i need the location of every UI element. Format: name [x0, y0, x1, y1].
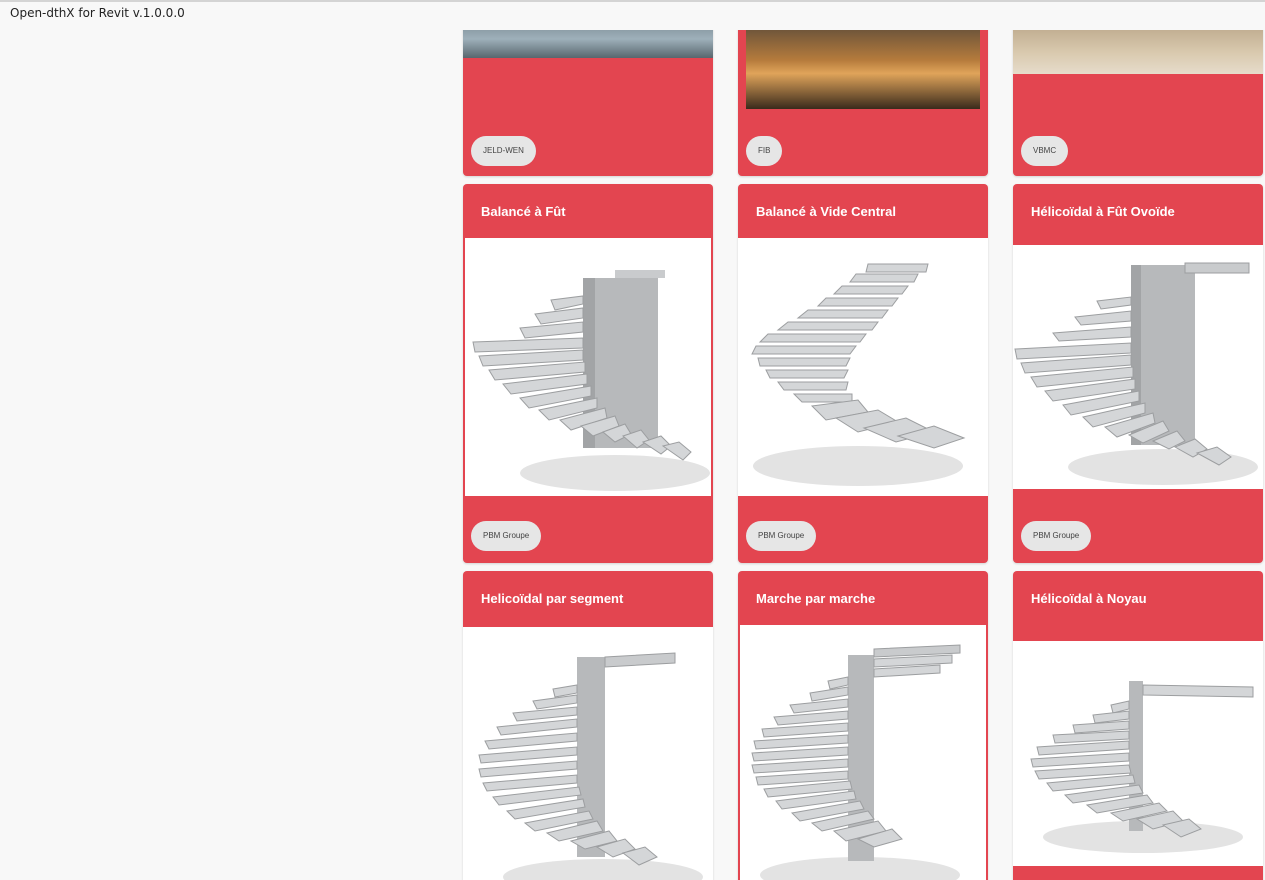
- product-card[interactable]: Helicoïdal par segment: [463, 571, 713, 880]
- manufacturer-chip[interactable]: PBM Groupe: [1021, 521, 1092, 551]
- product-image: [746, 30, 980, 109]
- product-title: Marche par marche: [756, 591, 876, 606]
- product-image: [1013, 245, 1263, 489]
- stair-illustration: [751, 263, 966, 486]
- stair-illustration: [472, 270, 710, 491]
- product-card[interactable]: Marche par marche: [738, 571, 988, 880]
- product-card[interactable]: Balancé à Fût PBM Groupe: [463, 184, 713, 563]
- product-title: Hélicoïdal à Fût Ovoïde: [1031, 204, 1175, 219]
- catalog-grid[interactable]: JELD-WEN FIB VBMC Balancé à Fût PBM Grou…: [0, 30, 1265, 880]
- manufacturer-chip[interactable]: JELD-WEN: [471, 136, 536, 166]
- stair-illustration: [751, 644, 961, 880]
- product-title: Balancé à Vide Central: [756, 204, 896, 219]
- title-bar: Open-dthX for Revit v.1.0.0.0: [0, 0, 1265, 30]
- product-image: [463, 627, 713, 880]
- product-image: [463, 30, 713, 58]
- product-image: [1013, 641, 1263, 866]
- product-card[interactable]: FIB: [738, 30, 988, 176]
- stair-illustration: [478, 652, 703, 880]
- manufacturer-chip[interactable]: PBM Groupe: [746, 521, 817, 551]
- product-card[interactable]: Hélicoïdal à Noyau: [1013, 571, 1263, 880]
- manufacturer-chip[interactable]: VBMC: [1021, 136, 1069, 166]
- manufacturer-chip[interactable]: FIB: [746, 136, 783, 166]
- product-card[interactable]: Hélicoïdal à Fût Ovoïde PBM Groupe: [1013, 184, 1263, 563]
- product-card[interactable]: JELD-WEN: [463, 30, 713, 176]
- product-card[interactable]: Balancé à Vide Central PBM Groupe: [738, 184, 988, 563]
- manufacturer-chip[interactable]: PBM Groupe: [471, 521, 542, 551]
- window-title: Open-dthX for Revit v.1.0.0.0: [10, 6, 185, 20]
- product-image: [1013, 30, 1263, 74]
- product-image: [465, 238, 711, 496]
- product-title: Balancé à Fût: [481, 204, 566, 219]
- product-title: Helicoïdal par segment: [481, 591, 624, 606]
- product-image: [740, 625, 986, 880]
- product-card[interactable]: VBMC: [1013, 30, 1263, 176]
- stair-illustration: [1014, 262, 1258, 485]
- stair-illustration: [1030, 681, 1254, 853]
- product-title: Hélicoïdal à Noyau: [1031, 591, 1147, 606]
- product-image: [738, 238, 988, 496]
